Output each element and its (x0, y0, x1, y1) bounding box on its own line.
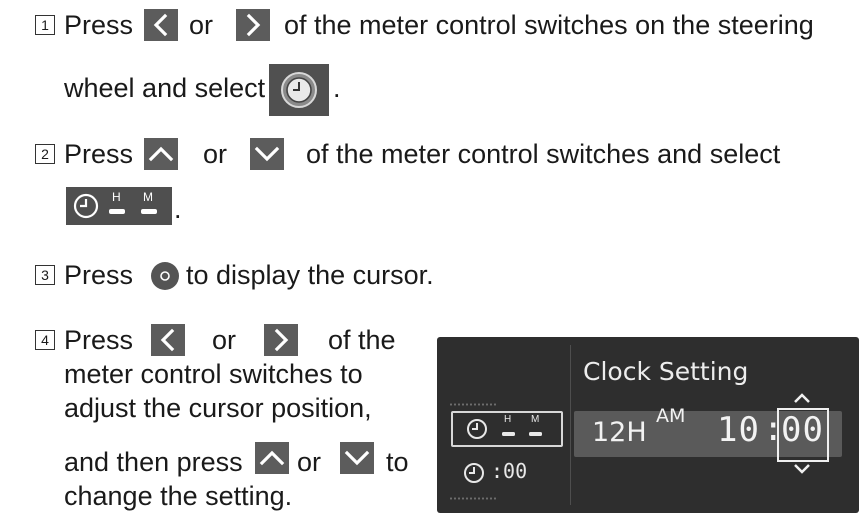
panel-divider (570, 345, 571, 505)
period-label: AM (656, 405, 686, 427)
enter-button-icon (151, 262, 179, 290)
menu-minute-label: M (531, 414, 540, 425)
menu-item-clock-hm-selected: H M (451, 411, 563, 447)
menu-item-clock-time: :00 (451, 457, 559, 489)
step1-text-line2: wheel and select (64, 73, 266, 103)
chevron-up-icon (794, 393, 810, 403)
step4-text-line3: adjust the cursor position, (64, 393, 372, 423)
format-label: 12H (592, 417, 647, 448)
step4-text-press: Press (64, 325, 134, 355)
step4-text-line2: meter control switches to (64, 359, 363, 389)
cursor-box (777, 408, 829, 462)
menu-time-value: :00 (491, 459, 528, 483)
chevron-left-icon (144, 9, 178, 41)
step2-text-rest: of the meter control switches and select (306, 139, 781, 169)
step-number-2: 2 (35, 144, 55, 164)
step4-text-to: to (386, 447, 409, 477)
chevron-up-icon (255, 442, 289, 474)
step-number-3: 3 (35, 265, 55, 285)
step2-text-or: or (203, 139, 228, 169)
step3-text-press: Press (64, 260, 134, 290)
chevron-left-icon (151, 324, 185, 356)
clock-hour-minute-icon: H M (66, 187, 172, 225)
step1-period: . (333, 73, 341, 103)
hour-label: H (112, 190, 121, 204)
step4-text-or: or (212, 325, 237, 355)
menu-hour-label: H (504, 414, 512, 425)
step1-text-rest: of the meter control switches on the ste… (284, 10, 814, 40)
step1-text-press: Press (64, 10, 134, 40)
menu-dots-top (449, 403, 497, 406)
clock-setting-display: H M :00 Clock Setting 12H AM 10 : 00 (437, 337, 859, 513)
step-number-1: 1 (35, 15, 55, 35)
clock-settings-icon (269, 64, 329, 116)
step4-text-or-2: or (297, 447, 322, 477)
step2-text-press: Press (64, 139, 134, 169)
chevron-up-icon (144, 138, 178, 170)
menu-dots-bottom (449, 497, 497, 500)
chevron-right-icon (264, 324, 298, 356)
step4-text-line5: change the setting. (64, 481, 293, 511)
step1-text-or: or (189, 10, 214, 40)
step3-text-rest: to display the cursor. (186, 260, 434, 290)
chevron-down-icon (250, 138, 284, 170)
chevron-down-icon (794, 464, 810, 474)
clock-icon (464, 463, 484, 483)
minute-label: M (143, 190, 153, 204)
step4-text-of-the: of the (328, 325, 396, 355)
display-title: Clock Setting (583, 357, 749, 386)
step4-text-line4: and then press (64, 447, 243, 477)
step-number-4: 4 (35, 330, 55, 350)
chevron-right-icon (236, 9, 270, 41)
hours-value: 10 (717, 410, 760, 450)
step2-period: . (174, 194, 182, 224)
chevron-down-icon (340, 442, 374, 474)
